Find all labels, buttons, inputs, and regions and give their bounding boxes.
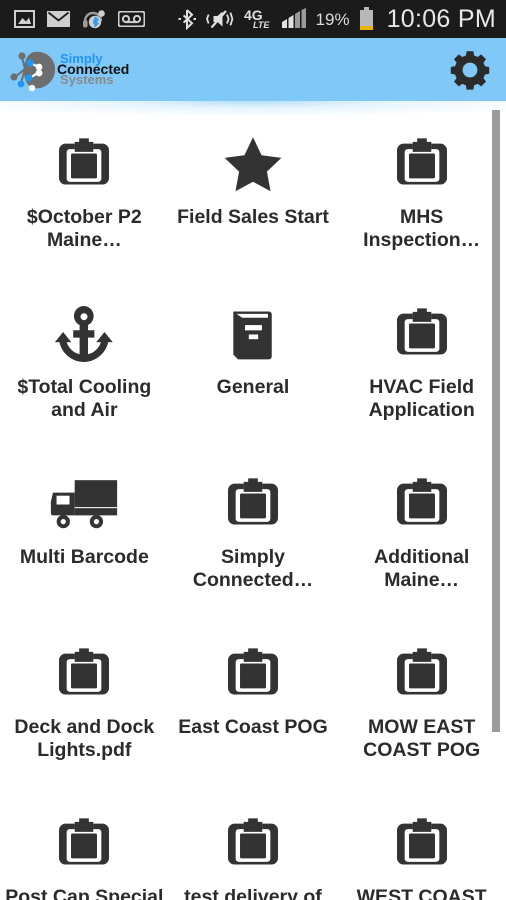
- star-icon: [220, 128, 286, 200]
- clipboard-icon: [391, 298, 453, 370]
- app-grid-item[interactable]: MHS Inspection…: [337, 114, 506, 284]
- app-header: Simply Connected Systems: [0, 38, 506, 101]
- app-grid-item[interactable]: MOW EAST COAST POG: [337, 624, 506, 794]
- clipboard-icon: [222, 808, 284, 880]
- app-grid-item[interactable]: HVAC Field Application: [337, 284, 506, 454]
- app-grid-item[interactable]: Simply Connected…: [169, 454, 338, 624]
- book-icon: [223, 298, 283, 370]
- brand-wordmark-line-3: Systems: [60, 71, 114, 87]
- clipboard-icon: [391, 638, 453, 710]
- clipboard-icon: [391, 128, 453, 200]
- app-grid-scroll-area[interactable]: $October P2 Maine… Field Sales Start MHS I…: [0, 101, 506, 900]
- clipboard-icon: [53, 638, 115, 710]
- app-grid-item-label: Post Cap Special Ord…: [5, 886, 164, 900]
- app-grid-item[interactable]: WEST COAST CEDAR: [337, 794, 506, 900]
- app-grid-item[interactable]: East Coast POG: [169, 624, 338, 794]
- vibrate-mute-icon: [205, 10, 233, 29]
- app-grid-item-label: Deck and Dock Lights.pdf: [14, 716, 155, 761]
- 4g-lte-icon: 4G LTE: [244, 8, 270, 30]
- settings-button[interactable]: [448, 48, 492, 92]
- mail-icon: [47, 11, 70, 27]
- clipboard-icon: [222, 638, 284, 710]
- status-bar-clock: 10:06 PM: [386, 4, 496, 33]
- app-grid-item[interactable]: $Total Cooling and Air: [0, 284, 169, 454]
- app-grid-item-label: Field Sales Start: [177, 206, 329, 228]
- app-grid-item-label: Multi Barcode: [19, 546, 149, 568]
- app-grid-item-label: MOW EAST COAST POG: [363, 716, 481, 761]
- app-grid-item-label: test delivery of PDF: [184, 886, 322, 900]
- app-grid: $October P2 Maine… Field Sales Start MHS I…: [0, 101, 506, 900]
- battery-icon: [359, 7, 373, 30]
- battery-percent-label: 19%: [315, 9, 350, 29]
- app-grid-item-label: WEST COAST CEDAR: [356, 886, 487, 900]
- app-grid-item-label: Additional Maine…: [374, 546, 470, 591]
- status-bar: 4G LTE 19% 10:06 PM: [0, 0, 506, 38]
- anchor-icon: [52, 298, 116, 370]
- status-bar-notification-icons: [14, 9, 145, 30]
- app-grid-item[interactable]: General: [169, 284, 338, 454]
- app-grid-item-label: $October P2 Maine…: [26, 206, 142, 251]
- signal-bars-icon: [281, 8, 306, 28]
- app-grid-item-label: HVAC Field Application: [368, 376, 475, 421]
- clipboard-icon: [222, 468, 284, 540]
- app-grid-item[interactable]: Field Sales Start: [169, 114, 338, 284]
- svg-text:LTE: LTE: [253, 20, 270, 30]
- gear-icon: [450, 50, 490, 90]
- image-icon: [14, 10, 35, 28]
- app-grid-item[interactable]: $October P2 Maine…: [0, 114, 169, 284]
- brand-wordmark: Simply Connected Systems: [57, 50, 140, 90]
- truck-icon: [46, 468, 122, 540]
- app-grid-item[interactable]: Post Cap Special Ord…: [0, 794, 169, 900]
- app-grid-item-label: General: [216, 376, 290, 398]
- app-grid-item[interactable]: Additional Maine…: [337, 454, 506, 624]
- clipboard-icon: [391, 808, 453, 880]
- app-grid-item-label: Simply Connected…: [192, 546, 314, 591]
- app-grid-item-label: $Total Cooling and Air: [17, 376, 152, 421]
- app-grid-item[interactable]: test delivery of PDF: [169, 794, 338, 900]
- network-molecule-logo-icon: [10, 51, 56, 91]
- app-grid-item-label: East Coast POG: [178, 716, 328, 738]
- brand-logo: Simply Connected Systems: [8, 47, 140, 93]
- app-grid-item[interactable]: Deck and Dock Lights.pdf: [0, 624, 169, 794]
- status-bar-system-icons: 4G LTE 19% 10:06 PM: [177, 4, 496, 33]
- app-grid-item[interactable]: Multi Barcode: [0, 454, 169, 624]
- clipboard-icon: [53, 808, 115, 880]
- bluetooth-headset-icon: [83, 9, 105, 28]
- bluetooth-icon: [178, 9, 196, 30]
- app-grid-item-label: MHS Inspection…: [363, 206, 481, 251]
- clipboard-icon: [391, 468, 453, 540]
- clipboard-icon: [53, 128, 115, 200]
- voicemail-icon: [118, 11, 145, 27]
